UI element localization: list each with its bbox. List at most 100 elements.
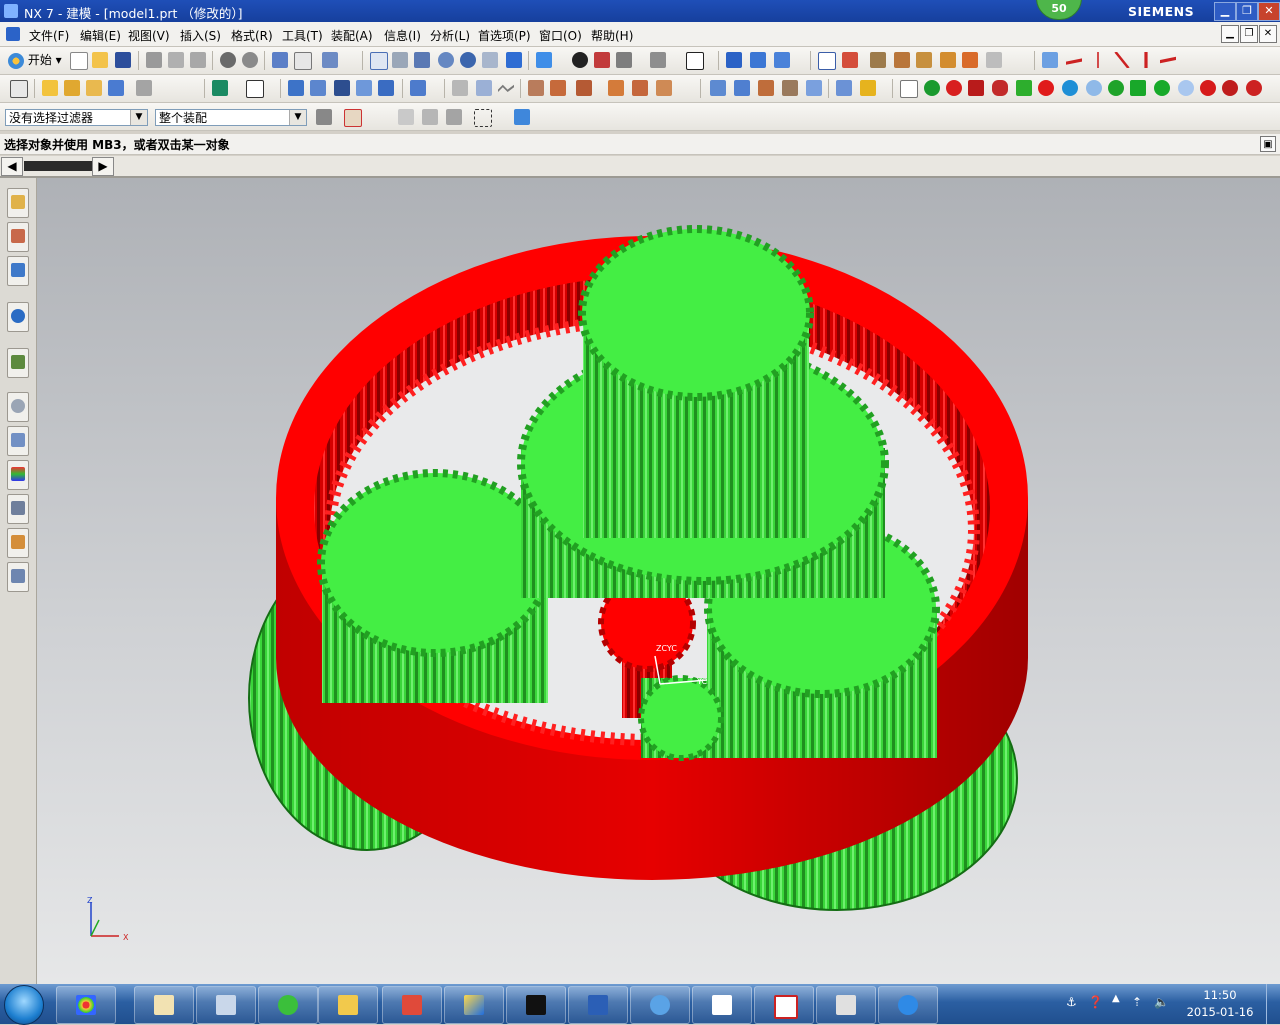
- task-nx[interactable]: [444, 986, 504, 1024]
- cut-icon[interactable]: [146, 52, 162, 68]
- task-cmd[interactable]: [506, 986, 566, 1024]
- gear-pair-icon[interactable]: [1016, 80, 1032, 96]
- zoom-icon[interactable]: [414, 52, 430, 68]
- gear-green-3-icon[interactable]: [1154, 80, 1170, 96]
- roles-tab[interactable]: [7, 528, 29, 558]
- hole-icon[interactable]: [356, 80, 372, 96]
- datum-icon[interactable]: [870, 52, 886, 68]
- network-icon[interactable]: ⇡: [1132, 995, 1142, 1009]
- selection-filter-select[interactable]: 没有选择过滤器 ▼: [5, 109, 148, 126]
- menu-analysis[interactable]: 分析(L): [430, 27, 470, 44]
- unite-icon[interactable]: [410, 80, 426, 96]
- gear-doc-icon[interactable]: [900, 80, 918, 98]
- feature-4-icon[interactable]: [108, 80, 124, 96]
- edge-blend-icon[interactable]: [452, 80, 468, 96]
- task-ie[interactable]: [878, 986, 938, 1024]
- gear-red-icon[interactable]: [946, 80, 962, 96]
- windows-start-button[interactable]: [4, 985, 44, 1025]
- repeat-command-icon[interactable]: [272, 52, 288, 68]
- sync-icon[interactable]: [710, 80, 726, 96]
- replace-face-icon[interactable]: [758, 80, 774, 96]
- spline-icon[interactable]: [1114, 52, 1130, 68]
- touch-mode-icon[interactable]: [294, 52, 312, 70]
- gear-red-4-icon[interactable]: [1246, 80, 1262, 96]
- menu-insert[interactable]: 插入(S): [180, 27, 221, 44]
- sketch-icon[interactable]: [288, 80, 304, 96]
- move-face-icon[interactable]: [734, 80, 750, 96]
- start-button[interactable]: 开始 ▾: [8, 51, 62, 69]
- offset-curve-icon[interactable]: [1144, 52, 1148, 68]
- part-tab[interactable]: [24, 161, 92, 171]
- mdi-close-button[interactable]: ✕: [1259, 25, 1277, 43]
- menu-tools[interactable]: 工具(T): [282, 27, 323, 44]
- selection-scope-select[interactable]: 整个装配 ▼: [155, 109, 307, 126]
- copy-icon[interactable]: [168, 52, 184, 68]
- measure-angle-icon[interactable]: [916, 52, 932, 68]
- volume-icon[interactable]: 🔈: [1154, 995, 1169, 1009]
- background-icon[interactable]: [650, 52, 666, 68]
- paste-icon[interactable]: [190, 52, 206, 68]
- gear-red-2-icon[interactable]: [1200, 80, 1216, 96]
- zoom-in-out-icon[interactable]: [438, 52, 454, 68]
- feature-3-icon[interactable]: [86, 80, 102, 96]
- command-finder-icon[interactable]: [322, 52, 338, 68]
- perspective-icon[interactable]: [506, 52, 522, 68]
- pattern-icon[interactable]: [576, 80, 592, 96]
- chamfer-icon[interactable]: [476, 80, 492, 96]
- close-button[interactable]: ✕: [1258, 2, 1280, 21]
- revolve-icon[interactable]: [334, 80, 350, 96]
- zoom-window-icon[interactable]: [392, 52, 408, 68]
- assembly-icon[interactable]: [212, 80, 228, 96]
- gear-outline-icon[interactable]: [1086, 80, 1102, 96]
- process-studio-tab[interactable]: [7, 494, 29, 524]
- web-browser-tab[interactable]: [7, 426, 29, 456]
- task-folder[interactable]: [318, 986, 378, 1024]
- task-paint[interactable]: [134, 986, 194, 1024]
- select-edge-icon[interactable]: [422, 109, 438, 125]
- scroll-left-button[interactable]: ◀: [1, 157, 23, 176]
- measure-distance-icon[interactable]: [894, 52, 910, 68]
- scroll-right-button[interactable]: ▶: [92, 157, 114, 176]
- menu-view[interactable]: 视图(V): [128, 27, 170, 44]
- undo-icon[interactable]: [220, 52, 236, 68]
- resize-icon[interactable]: [806, 80, 822, 96]
- new-file-icon[interactable]: [70, 52, 88, 70]
- chevron-down-icon[interactable]: ▼: [289, 110, 306, 125]
- task-games[interactable]: [382, 986, 442, 1024]
- delete-face-icon[interactable]: [782, 80, 798, 96]
- filter-settings-icon[interactable]: [316, 109, 332, 125]
- save-icon[interactable]: [115, 52, 131, 68]
- task-refresh[interactable]: [258, 986, 318, 1024]
- pan-icon[interactable]: [482, 52, 498, 68]
- menu-file[interactable]: 文件(F): [29, 27, 69, 44]
- menu-edit[interactable]: 编辑(E): [80, 27, 121, 44]
- offset-face-icon[interactable]: [632, 80, 648, 96]
- gear-mesh-icon[interactable]: [992, 80, 1008, 96]
- feature-2-icon[interactable]: [64, 80, 80, 96]
- hidden-edges-icon[interactable]: [616, 52, 632, 68]
- thread-icon[interactable]: [656, 80, 672, 96]
- menu-information[interactable]: 信息(I): [384, 27, 421, 44]
- assembly-navigator-tab[interactable]: [7, 188, 29, 218]
- gear-green-icon[interactable]: [1108, 80, 1124, 96]
- point-icon[interactable]: [842, 52, 858, 68]
- extrude-icon[interactable]: [310, 80, 326, 96]
- rectangle-select-icon[interactable]: [474, 109, 492, 127]
- application-icon[interactable]: [10, 80, 28, 98]
- palette-tab[interactable]: [7, 460, 29, 490]
- system-scene-tab[interactable]: [7, 562, 29, 592]
- shell-icon[interactable]: [528, 80, 544, 96]
- chevron-down-icon[interactable]: ▼: [130, 110, 147, 125]
- redo-icon[interactable]: [242, 52, 258, 68]
- minimize-button[interactable]: ▁: [1214, 2, 1236, 21]
- select-face-icon[interactable]: [446, 109, 462, 125]
- snap-settings-icon[interactable]: [344, 109, 362, 127]
- visible-in-view-icon[interactable]: [986, 52, 1002, 68]
- clock-tab[interactable]: [7, 392, 29, 422]
- task-explorer[interactable]: [692, 986, 752, 1024]
- show-hidden-icon[interactable]: ▲: [1112, 993, 1120, 1004]
- mdi-restore-button[interactable]: ❐: [1240, 25, 1258, 43]
- gc-toolkit-icon[interactable]: [836, 80, 852, 96]
- open-folder-icon[interactable]: [92, 52, 108, 68]
- fit-icon[interactable]: [370, 52, 388, 70]
